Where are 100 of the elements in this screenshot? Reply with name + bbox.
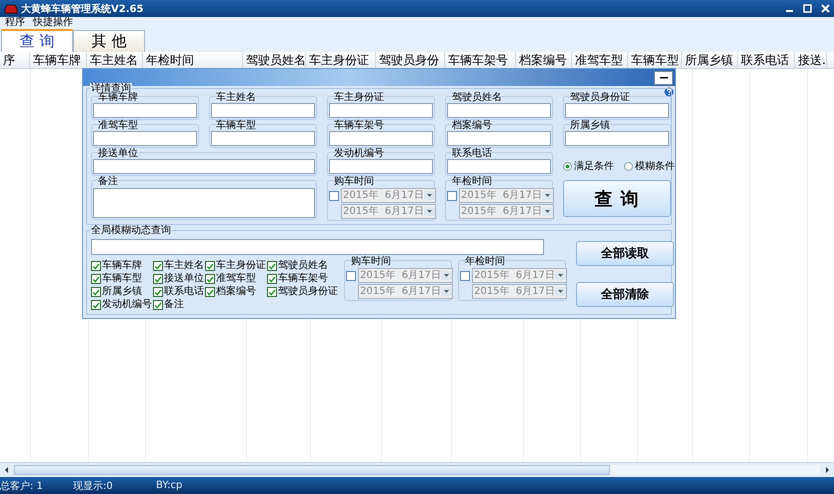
menu-item[interactable]: 程序: [5, 17, 25, 29]
dropdown-icon: [554, 287, 566, 296]
car-icon: [4, 2, 18, 14]
field-label: 档案编号: [451, 120, 493, 131]
action-button[interactable]: 全部清除: [576, 282, 674, 307]
minimize-icon: [660, 76, 668, 79]
section-title: 全局模糊动态查询: [90, 225, 172, 236]
field-label: 所属乡镇: [569, 120, 611, 131]
field-label: 车主身份证: [333, 92, 385, 103]
checkbox[interactable]: [153, 300, 163, 310]
field-label: 车辆车牌: [98, 92, 139, 103]
search-button[interactable]: 查 询: [563, 180, 671, 217]
checkbox-label: 准驾车型: [216, 273, 256, 285]
dropdown-icon: [542, 191, 553, 200]
input-field[interactable]: [565, 131, 669, 146]
input-field[interactable]: [329, 103, 433, 118]
status-text: 现显示:0: [73, 480, 114, 492]
checkbox-label: 车辆车牌: [102, 260, 142, 272]
field-label: 车主姓名: [215, 92, 257, 103]
input-field[interactable]: [211, 103, 315, 118]
close-icon[interactable]: [821, 4, 830, 13]
dropdown-icon: [554, 271, 566, 280]
dropdown-icon: [424, 207, 435, 216]
checkbox-label: 车主身份证: [216, 260, 266, 272]
input-field[interactable]: [329, 159, 433, 174]
radio-button[interactable]: [624, 162, 633, 170]
checkbox[interactable]: [153, 261, 163, 271]
field-label: 接送单位: [97, 148, 139, 159]
help-icon[interactable]: [664, 87, 674, 97]
input-field[interactable]: [565, 103, 669, 118]
checkbox-label: 驾驶员姓名: [278, 260, 328, 272]
input-field[interactable]: [447, 103, 551, 118]
window-title: 大黄蜂车辆管理系统V2.65: [21, 2, 144, 16]
radio-button[interactable]: [563, 162, 572, 170]
input-field[interactable]: [93, 103, 197, 118]
checkbox[interactable]: [267, 261, 277, 271]
checkbox[interactable]: [447, 190, 457, 200]
note-field[interactable]: [93, 188, 315, 218]
checkbox-label: 车主姓名: [164, 260, 204, 272]
column-header[interactable]: 联系电话: [738, 52, 795, 68]
status-text: BY:cp: [156, 480, 182, 491]
tab[interactable]: 查 询: [1, 29, 73, 52]
field-label: 年检时间: [464, 256, 506, 267]
field-label: 车辆车型: [215, 120, 257, 131]
field-label: 备注: [97, 176, 119, 187]
column-header[interactable]: 接送.: [795, 52, 827, 68]
checkbox[interactable]: [153, 274, 163, 284]
field-label: 驾驶员姓名: [451, 92, 503, 103]
checkbox[interactable]: [205, 261, 215, 271]
column-header[interactable]: 序: [0, 52, 30, 68]
input-field[interactable]: [93, 131, 197, 146]
checkbox-label: 发动机编号: [102, 299, 152, 311]
field-label: 车辆车架号: [333, 120, 385, 131]
checkbox-label: 所属乡镇: [102, 286, 142, 298]
input-field[interactable]: [329, 131, 433, 146]
field-label: 购车时间: [333, 176, 375, 187]
checkbox-label: 档案编号: [216, 286, 256, 298]
radio-label: 模糊条件: [635, 160, 675, 173]
menu-item[interactable]: 快捷操作: [33, 17, 73, 29]
input-field[interactable]: [91, 239, 544, 255]
dropdown-icon: [542, 207, 553, 216]
input-field[interactable]: [93, 159, 315, 174]
field-label: 发动机编号: [333, 148, 385, 159]
checkbox[interactable]: [329, 190, 339, 200]
checkbox[interactable]: [153, 287, 163, 297]
dropdown-icon: [440, 287, 452, 296]
checkbox-label: 车辆车架号: [278, 273, 328, 285]
column-header[interactable]: 所属乡镇: [682, 52, 738, 68]
status-text: 总客户: 1: [0, 480, 44, 492]
action-button[interactable]: 全部读取: [576, 241, 674, 266]
radio-label: 满足条件: [574, 160, 614, 173]
input-field[interactable]: [211, 131, 315, 146]
checkbox[interactable]: [91, 261, 101, 271]
checkbox[interactable]: [460, 270, 470, 280]
checkbox-label: 车辆车型: [102, 273, 142, 285]
checkbox[interactable]: [91, 300, 101, 310]
dropdown-icon: [440, 271, 452, 280]
field-label: 联系电话: [451, 148, 493, 159]
checkbox[interactable]: [91, 274, 101, 284]
minimize-button[interactable]: [654, 70, 673, 84]
input-field[interactable]: [447, 131, 551, 146]
checkbox[interactable]: [346, 270, 356, 280]
checkbox-label: 联系电话: [164, 286, 204, 298]
checkbox[interactable]: [205, 287, 215, 297]
checkbox[interactable]: [267, 287, 277, 297]
field-label: 驾驶员身份证: [569, 92, 631, 103]
maximize-icon[interactable]: [803, 4, 812, 13]
checkbox[interactable]: [267, 274, 277, 284]
checkbox-label: 驾驶员身份证: [278, 286, 338, 298]
checkbox-label: 备注: [164, 299, 184, 311]
tab[interactable]: 其 他: [73, 30, 145, 52]
field-label: 准驾车型: [97, 120, 139, 131]
scrollbar[interactable]: [0, 462, 834, 477]
scrollbar-thumb[interactable]: [14, 465, 610, 475]
field-label: 购车时间: [350, 256, 392, 267]
field-label: 年检时间: [451, 176, 493, 187]
checkbox-label: 接送单位: [164, 273, 204, 285]
checkbox[interactable]: [91, 287, 101, 297]
input-field[interactable]: [447, 159, 551, 174]
checkbox[interactable]: [205, 274, 215, 284]
